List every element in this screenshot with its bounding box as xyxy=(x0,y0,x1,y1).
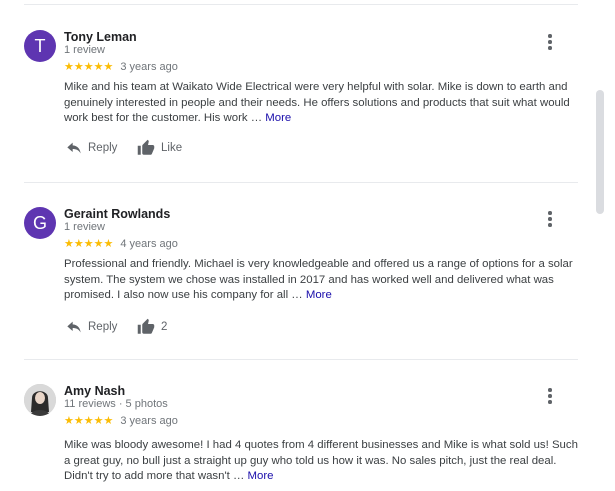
like-button[interactable]: 2 xyxy=(137,317,167,337)
review-body: Mike was bloody awesome! I had 4 quotes … xyxy=(64,439,578,482)
avatar[interactable] xyxy=(24,384,56,416)
review-time: 3 years ago xyxy=(120,415,178,427)
star-rating: ★★★★★ xyxy=(64,415,114,427)
divider xyxy=(24,182,578,183)
profile-photo-icon xyxy=(24,384,56,416)
avatar[interactable]: G xyxy=(24,207,56,239)
divider xyxy=(24,4,578,5)
review-time: 4 years ago xyxy=(120,238,178,250)
reply-label: Reply xyxy=(88,142,118,154)
rating-row: ★★★★★ 4 years ago xyxy=(64,237,178,250)
review-text: Mike and his team at Waikato Wide Electr… xyxy=(64,80,578,127)
divider xyxy=(24,359,578,360)
more-link[interactable]: More xyxy=(248,470,274,482)
scrollbar[interactable] xyxy=(596,90,604,214)
more-options-icon[interactable] xyxy=(542,34,558,54)
reviewer-name[interactable]: Amy Nash xyxy=(64,384,125,398)
review-time: 3 years ago xyxy=(120,61,178,73)
reply-label: Reply xyxy=(88,321,118,333)
review-body: Mike and his team at Waikato Wide Electr… xyxy=(64,81,570,124)
thumbs-up-icon xyxy=(137,139,155,155)
more-link[interactable]: More xyxy=(265,112,291,124)
star-rating: ★★★★★ xyxy=(64,238,114,250)
reply-icon xyxy=(67,142,81,154)
reviewer-name[interactable]: Geraint Rowlands xyxy=(64,207,170,221)
review-card: T Tony Leman 1 review ★★★★★ 3 years ago … xyxy=(24,30,578,170)
rating-row: ★★★★★ 3 years ago xyxy=(64,414,178,427)
rating-row: ★★★★★ 3 years ago xyxy=(64,60,178,73)
review-text: Professional and friendly. Michael is ve… xyxy=(64,257,578,304)
star-rating: ★★★★★ xyxy=(64,61,114,73)
reply-icon xyxy=(67,321,81,333)
reviewer-name[interactable]: Tony Leman xyxy=(64,30,137,44)
like-count: 2 xyxy=(161,321,168,333)
more-link[interactable]: More xyxy=(306,289,332,301)
reviewer-meta: 1 review xyxy=(64,44,105,56)
thumbs-up-icon xyxy=(137,318,155,334)
like-label: Like xyxy=(161,142,183,154)
review-text: Mike was bloody awesome! I had 4 quotes … xyxy=(64,438,578,485)
reviewer-meta: 1 review xyxy=(64,221,105,233)
reply-button[interactable]: Reply xyxy=(66,138,117,158)
avatar[interactable]: T xyxy=(24,30,56,62)
like-button[interactable]: Like xyxy=(137,138,182,158)
more-options-icon[interactable] xyxy=(542,211,558,231)
review-card: G Geraint Rowlands 1 review ★★★★★ 4 year… xyxy=(24,207,578,347)
reviewer-meta: 11 reviews · 5 photos xyxy=(64,398,168,410)
reply-button[interactable]: Reply xyxy=(66,317,117,337)
more-options-icon[interactable] xyxy=(542,388,558,408)
review-card: Amy Nash 11 reviews · 5 photos ★★★★★ 3 y… xyxy=(24,384,578,491)
